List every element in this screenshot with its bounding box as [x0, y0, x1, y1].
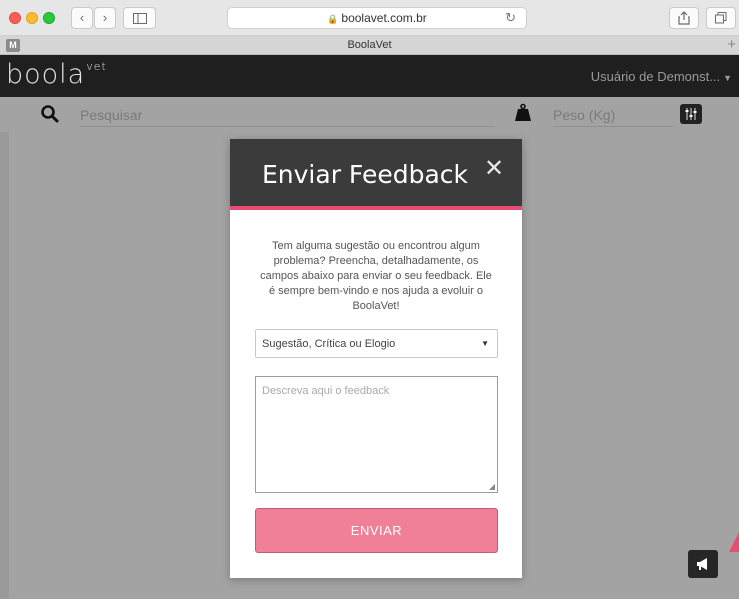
sidebar-icon — [132, 13, 147, 24]
share-icon — [678, 11, 690, 25]
window-close-button[interactable] — [9, 12, 21, 24]
share-button[interactable] — [669, 7, 699, 29]
feedback-modal: Enviar Feedback ✕ Tem alguma sugestão ou… — [230, 139, 522, 578]
user-menu-label: Usuário de Demonst... — [590, 69, 721, 84]
browser-titlebar: ‹ › 🔒 boolavet.com.br ↻ — [0, 0, 739, 36]
dropdown-arrow-icon: ▼ — [481, 339, 489, 348]
sidebar-toggle-button[interactable] — [123, 7, 156, 29]
modal-title: Enviar Feedback — [262, 160, 468, 189]
filter-button[interactable] — [680, 104, 702, 124]
close-icon[interactable]: ✕ — [484, 154, 504, 182]
app-header: boolavet Usuário de Demonst... ▼ — [0, 55, 739, 97]
tabs-overview-button[interactable] — [706, 7, 736, 29]
window-zoom-button[interactable] — [43, 12, 55, 24]
weight-input[interactable] — [553, 103, 673, 127]
browser-tab-bar: M BoolaVet + — [0, 36, 739, 55]
feedback-placeholder: Descreva aqui o feedback — [262, 385, 390, 397]
feedback-float-button[interactable] — [688, 550, 718, 578]
lock-icon: 🔒 — [327, 14, 339, 24]
feedback-type-select[interactable]: Sugestão, Crítica ou Elogio ▼ — [255, 329, 498, 358]
window-minimize-button[interactable] — [26, 12, 38, 24]
resize-handle-icon[interactable]: ◢ — [489, 482, 495, 491]
app-logo[interactable]: boolavet — [6, 59, 107, 90]
logo-text: boola — [6, 59, 86, 90]
address-text: boolavet.com.br — [341, 11, 427, 25]
user-menu[interactable]: Usuário de Demonst... ▼ — [591, 69, 732, 84]
new-tab-button[interactable]: + — [727, 37, 736, 53]
weight-icon — [515, 103, 531, 121]
modal-description: Tem alguma sugestão ou encontrou algum p… — [260, 240, 492, 312]
feedback-type-value: Sugestão, Crítica ou Elogio — [262, 338, 396, 350]
search-input[interactable] — [80, 103, 495, 127]
tabs-icon — [715, 12, 727, 24]
caret-down-icon: ▼ — [723, 73, 732, 83]
feedback-textarea[interactable]: Descreva aqui o feedback ◢ — [255, 376, 498, 493]
accent-corner — [729, 532, 739, 552]
forward-button[interactable]: › — [94, 7, 116, 29]
back-button[interactable]: ‹ — [71, 7, 93, 29]
send-button[interactable]: ENVIAR — [255, 508, 498, 553]
sidebar-edge — [0, 132, 9, 599]
modal-header: Enviar Feedback ✕ — [230, 139, 522, 210]
reload-icon[interactable]: ↻ — [505, 8, 516, 28]
sliders-icon — [685, 108, 697, 120]
search-bar — [0, 97, 739, 132]
tab-title[interactable]: BoolaVet — [0, 39, 739, 51]
megaphone-icon — [697, 558, 707, 570]
search-icon[interactable] — [40, 104, 60, 124]
address-bar[interactable]: 🔒 boolavet.com.br ↻ — [227, 7, 527, 29]
logo-sup: vet — [86, 60, 107, 73]
